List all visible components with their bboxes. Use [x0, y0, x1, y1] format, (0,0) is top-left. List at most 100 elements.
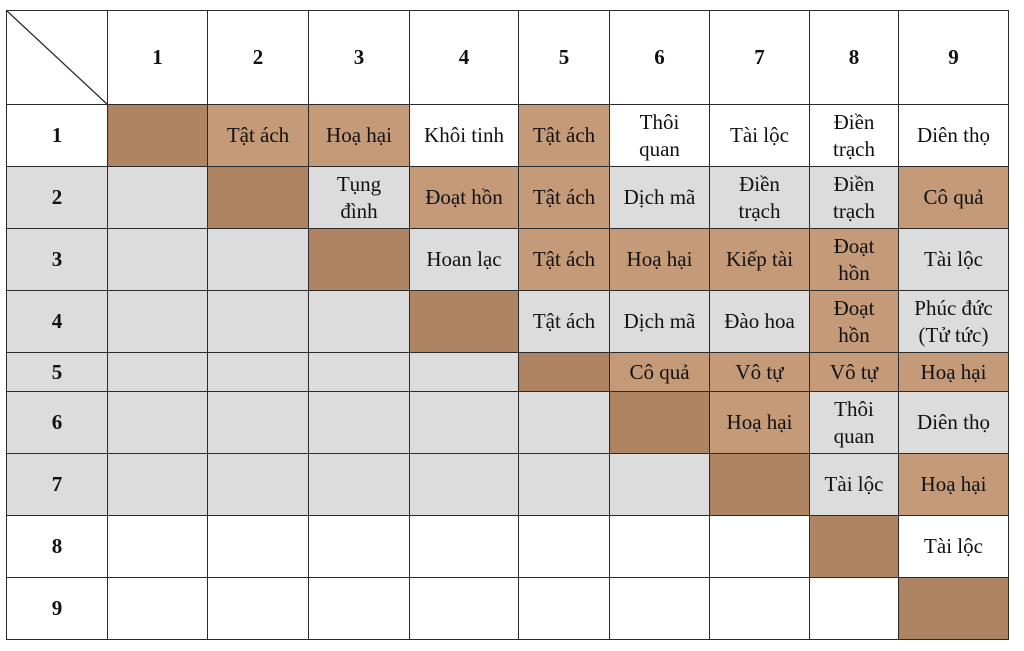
table-cell [409, 391, 519, 454]
diagonal-cell [409, 290, 519, 353]
table-cell: Diên thọ [898, 104, 1009, 167]
table-cell [518, 391, 610, 454]
diagonal-cell [207, 166, 309, 229]
table-cell: Hoạ hại [308, 104, 410, 167]
table-cell [518, 515, 610, 578]
row-header: 5 [6, 352, 108, 392]
table-cell [207, 515, 309, 578]
table-cell [409, 453, 519, 516]
table-cell: Diên thọ [898, 391, 1009, 454]
table-cell [207, 228, 309, 291]
table-cell: Hoạ hại [898, 453, 1009, 516]
table-cell: Tật ách [207, 104, 309, 167]
table-cell: Hoạ hại [898, 352, 1009, 392]
table-cell: Đoạt hồn [809, 290, 899, 353]
table-cell [709, 577, 810, 640]
diagonal-cell [308, 228, 410, 291]
table-cell [609, 577, 710, 640]
table-cell: Tụng đình [308, 166, 410, 229]
col-header: 6 [609, 10, 710, 105]
compatibility-table: 1 2 3 4 5 6 7 8 9 1 Tật ách Hoạ hại Khôi ti… [6, 10, 1009, 640]
row-header: 2 [6, 166, 108, 229]
table-row: 6 Hoạ hại Thôi quan Diên thọ [6, 391, 1009, 454]
row-header: 1 [6, 104, 108, 167]
table-cell [518, 453, 610, 516]
row-header: 8 [6, 515, 108, 578]
col-header: 1 [107, 10, 208, 105]
col-header: 8 [809, 10, 899, 105]
table-row: 8 Tài lộc [6, 515, 1009, 578]
col-header: 4 [409, 10, 519, 105]
table-cell: Vô tự [709, 352, 810, 392]
table-cell: Điền trạch [709, 166, 810, 229]
table-cell [518, 577, 610, 640]
table-cell: Đào hoa [709, 290, 810, 353]
table-cell [207, 290, 309, 353]
row-header: 4 [6, 290, 108, 353]
table-cell [308, 290, 410, 353]
table-row: 5 Cô quả Vô tự Vô tự Hoạ hại [6, 352, 1009, 392]
table-cell: Vô tự [809, 352, 899, 392]
table-cell [207, 391, 309, 454]
table-body: 1 Tật ách Hoạ hại Khôi tinh Tật ách Thôi quan T… [6, 104, 1009, 640]
diagonal-cell [107, 104, 208, 167]
table-cell [107, 577, 208, 640]
table-cell [409, 515, 519, 578]
diagonal-cell [809, 515, 899, 578]
table-cell: Tật ách [518, 166, 610, 229]
table-cell: Tài lộc [898, 515, 1009, 578]
table-cell [107, 352, 208, 392]
table-cell: Tài lộc [809, 453, 899, 516]
table-cell: Điền trạch [809, 104, 899, 167]
table-cell: Thôi quan [609, 104, 710, 167]
table-cell [207, 352, 309, 392]
table-cell: Điền trạch [809, 166, 899, 229]
table-cell [107, 391, 208, 454]
row-header: 3 [6, 228, 108, 291]
table-cell [409, 577, 519, 640]
diagonal-cell [709, 453, 810, 516]
col-header: 7 [709, 10, 810, 105]
diagonal-cell [609, 391, 710, 454]
table-cell: Hoan lạc [409, 228, 519, 291]
table-cell [609, 515, 710, 578]
col-header: 5 [518, 10, 610, 105]
col-header: 9 [898, 10, 1009, 105]
table-cell [709, 515, 810, 578]
diagonal-line [7, 11, 108, 105]
col-header: 3 [308, 10, 410, 105]
table-cell: Hoạ hại [609, 228, 710, 291]
table-row: 3 Hoan lạc Tật ách Hoạ hại Kiếp tài Đoạt hồn Tà… [6, 228, 1009, 291]
header-row: 1 2 3 4 5 6 7 8 9 [6, 10, 1009, 105]
table-cell: Thôi quan [809, 391, 899, 454]
table-cell: Tật ách [518, 104, 610, 167]
table-cell [308, 453, 410, 516]
table-cell [409, 352, 519, 392]
table-cell: Phúc đức (Tử tức) [898, 290, 1009, 353]
table-row: 1 Tật ách Hoạ hại Khôi tinh Tật ách Thôi quan T… [6, 104, 1009, 167]
table-cell [308, 577, 410, 640]
table-row: 4 Tật ách Dịch mã Đào hoa Đoạt hồn Phúc đức (Tử… [6, 290, 1009, 353]
table-cell: Tật ách [518, 228, 610, 291]
table-cell: Kiếp tài [709, 228, 810, 291]
table-cell [308, 515, 410, 578]
table-cell [308, 391, 410, 454]
col-header: 2 [207, 10, 309, 105]
table-cell [107, 228, 208, 291]
table-cell [308, 352, 410, 392]
table-cell [609, 453, 710, 516]
table-cell [107, 515, 208, 578]
table-cell: Hoạ hại [709, 391, 810, 454]
table-cell: Tài lộc [709, 104, 810, 167]
table-wrapper: 1 2 3 4 5 6 7 8 9 1 Tật ách Hoạ hại Khôi ti… [6, 10, 1009, 640]
table-cell [809, 577, 899, 640]
diagonal-cell [898, 577, 1009, 640]
table-cell: Tật ách [518, 290, 610, 353]
table-cell: Dịch mã [609, 166, 710, 229]
table-row: 7 Tài lộc Hoạ hại [6, 453, 1009, 516]
table-cell: Cô quả [898, 166, 1009, 229]
table-cell: Dịch mã [609, 290, 710, 353]
row-header: 7 [6, 453, 108, 516]
table-cell: Đoạt hồn [409, 166, 519, 229]
table-row: 2 Tụng đình Đoạt hồn Tật ách Dịch mã Điền trạch… [6, 166, 1009, 229]
